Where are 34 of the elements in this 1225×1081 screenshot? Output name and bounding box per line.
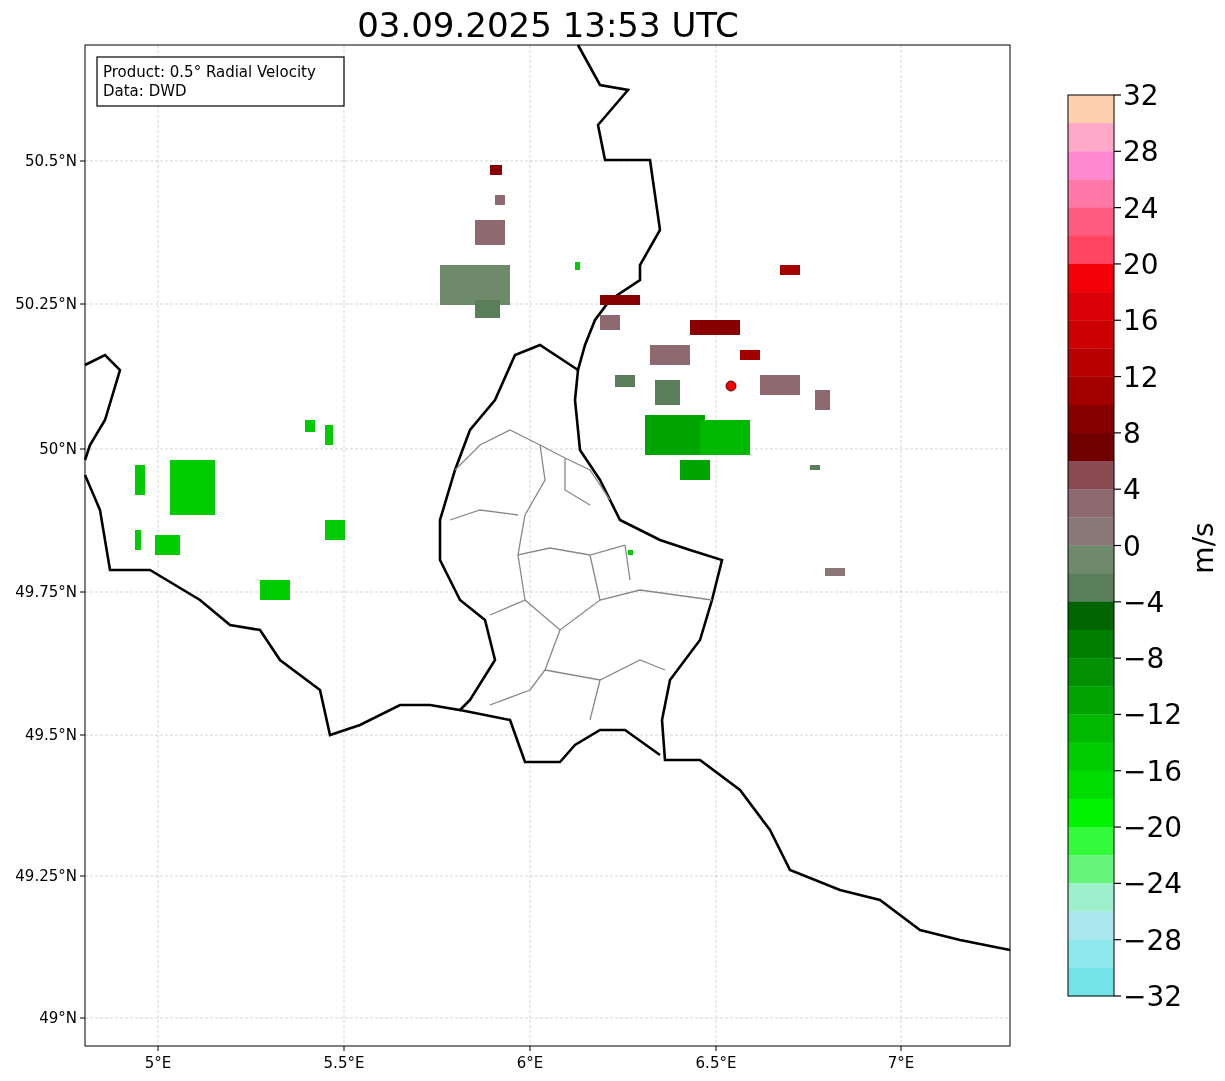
latitude-label: 50.25°N bbox=[15, 295, 77, 313]
colorbar-tick-label: 16 bbox=[1123, 304, 1159, 338]
radar-site-marker bbox=[725, 380, 737, 392]
colorbar-tick-label: 8 bbox=[1123, 416, 1141, 450]
colorbar-tick-label: −24 bbox=[1123, 867, 1183, 901]
colorbar-tick-label: −8 bbox=[1123, 642, 1165, 676]
latitude-label: 49.75°N bbox=[15, 583, 77, 601]
colorbar-tick-label: 20 bbox=[1123, 247, 1159, 281]
info-text: Product: 0.5° Radial Velocity bbox=[103, 63, 316, 81]
latitude-label: 50.5°N bbox=[24, 152, 77, 170]
colorbar-tick-label: −20 bbox=[1123, 811, 1183, 845]
colorbar-tick-label: −12 bbox=[1123, 698, 1183, 732]
colorbar-tick-label: 12 bbox=[1123, 360, 1159, 394]
colorbar-tick-label: 24 bbox=[1123, 191, 1159, 225]
colorbar-tick-label: 28 bbox=[1123, 135, 1159, 169]
longitude-label: 5.5°E bbox=[323, 1054, 365, 1072]
colorbar-tick-label: 4 bbox=[1123, 473, 1141, 507]
info-text: Data: DWD bbox=[103, 82, 187, 100]
colorbar-tick-label: −16 bbox=[1123, 754, 1183, 788]
latitude-label: 49°N bbox=[39, 1009, 77, 1027]
longitude-label: 6.5°E bbox=[695, 1054, 737, 1072]
longitude-label: 6°E bbox=[516, 1054, 544, 1072]
longitude-label: 7°E bbox=[887, 1054, 915, 1072]
colorbar-tick-label: 0 bbox=[1123, 529, 1141, 563]
colorbar-tick-label: −28 bbox=[1123, 923, 1183, 957]
latitude-label: 50°N bbox=[39, 440, 77, 458]
latitude-label: 49.5°N bbox=[24, 726, 77, 744]
colorbar-label: m/s bbox=[1187, 522, 1220, 574]
colorbar-tick-label: −4 bbox=[1123, 585, 1165, 619]
chart-title: 03.09.2025 13:53 UTC bbox=[357, 5, 739, 45]
colorbar-tick-label: 32 bbox=[1123, 79, 1159, 112]
longitude-label: 5°E bbox=[144, 1054, 172, 1072]
colorbar-tick-label: −32 bbox=[1123, 980, 1183, 1013]
latitude-label: 49.25°N bbox=[15, 867, 77, 885]
